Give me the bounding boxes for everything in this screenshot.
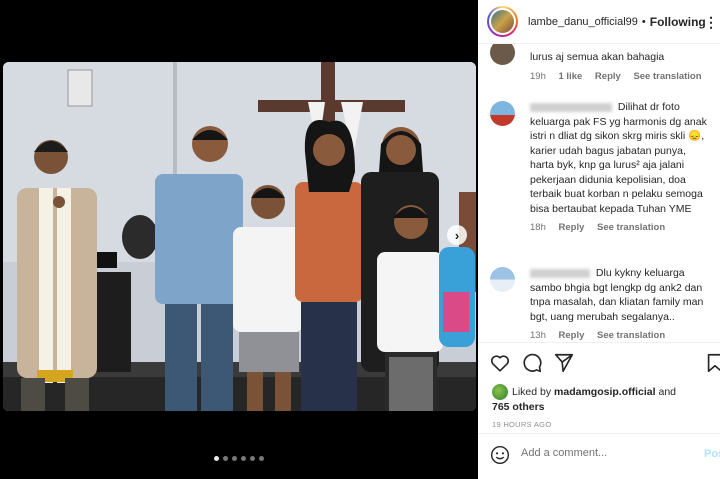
share-icon[interactable] — [553, 352, 575, 374]
comment-likes[interactable]: 1 like — [559, 71, 583, 82]
next-image-button[interactable]: › — [447, 225, 467, 245]
bookmark-icon[interactable] — [704, 352, 720, 374]
carousel-dot[interactable] — [214, 456, 219, 461]
author-username[interactable]: lambe_danu_official99 — [528, 16, 638, 28]
reply-button[interactable]: Reply — [595, 71, 621, 82]
likes-and-label: and — [658, 385, 677, 398]
carousel-dot[interactable] — [259, 456, 264, 461]
commenter-avatar[interactable] — [490, 101, 515, 126]
liker-avatar[interactable] — [492, 384, 508, 400]
more-horizontal-icon[interactable]: ⋮ — [704, 14, 718, 31]
carousel-dot[interactable] — [241, 456, 246, 461]
comment-item: lurus aj semua akan bahagia 19h 1 like R… — [478, 44, 720, 82]
comment-text: Dilihat dr foto keluarga pak FS yg harmo… — [530, 101, 707, 215]
comment-item: Dlu kykny keluarga sambo bhgia bgt lengk… — [478, 266, 720, 341]
see-translation-button[interactable]: See translation — [597, 330, 665, 341]
see-translation-button[interactable]: See translation — [597, 222, 665, 233]
carousel-dot[interactable] — [223, 456, 228, 461]
see-translation-button[interactable]: See translation — [633, 71, 701, 82]
post-panel: lambe_danu_official99 • Following ⋮ luru… — [478, 0, 720, 479]
comment-item: Dilihat dr foto keluarga pak FS yg harmo… — [478, 100, 720, 233]
emoji-icon[interactable] — [490, 445, 510, 465]
likes-others-count[interactable]: 765 others — [492, 401, 545, 413]
post-photo[interactable] — [3, 62, 476, 411]
heart-icon[interactable] — [489, 352, 511, 374]
image-viewer: › — [0, 0, 478, 479]
post-header: lambe_danu_official99 • Following ⋮ — [478, 0, 720, 44]
comments-list[interactable]: lurus aj semua akan bahagia 19h 1 like R… — [478, 44, 720, 342]
author-avatar[interactable] — [487, 6, 518, 37]
family-photo-illustration — [3, 62, 476, 411]
comment-text: lurus aj semua akan bahagia — [530, 51, 665, 63]
commenter-avatar[interactable] — [490, 44, 515, 65]
add-comment-bar: Post — [478, 433, 720, 479]
carousel-dot[interactable] — [232, 456, 237, 461]
post-timestamp[interactable]: 19 HOURS AGO — [492, 420, 551, 429]
comment-icon[interactable] — [521, 352, 543, 374]
header-separator: • — [641, 15, 646, 28]
reply-button[interactable]: Reply — [559, 222, 585, 233]
carousel-dots — [0, 456, 478, 461]
comment-time: 13h — [530, 330, 546, 341]
post-comment-button[interactable]: Post — [704, 448, 720, 460]
carousel-dot[interactable] — [250, 456, 255, 461]
reply-button[interactable]: Reply — [559, 330, 585, 341]
comment-time: 19h — [530, 70, 546, 82]
liker-username[interactable]: madamgosip.official — [554, 386, 656, 398]
commenter-username-redacted[interactable] — [530, 268, 590, 278]
likes-summary: Liked by madamgosip.official and 765 oth… — [492, 384, 720, 414]
post-actions — [478, 342, 720, 382]
comment-input[interactable] — [521, 447, 691, 459]
following-button[interactable]: Following — [650, 15, 706, 29]
commenter-avatar[interactable] — [490, 267, 515, 292]
commenter-username-redacted[interactable] — [530, 102, 612, 112]
comment-time: 18h — [530, 222, 546, 233]
liked-by-label: Liked by — [512, 385, 552, 398]
